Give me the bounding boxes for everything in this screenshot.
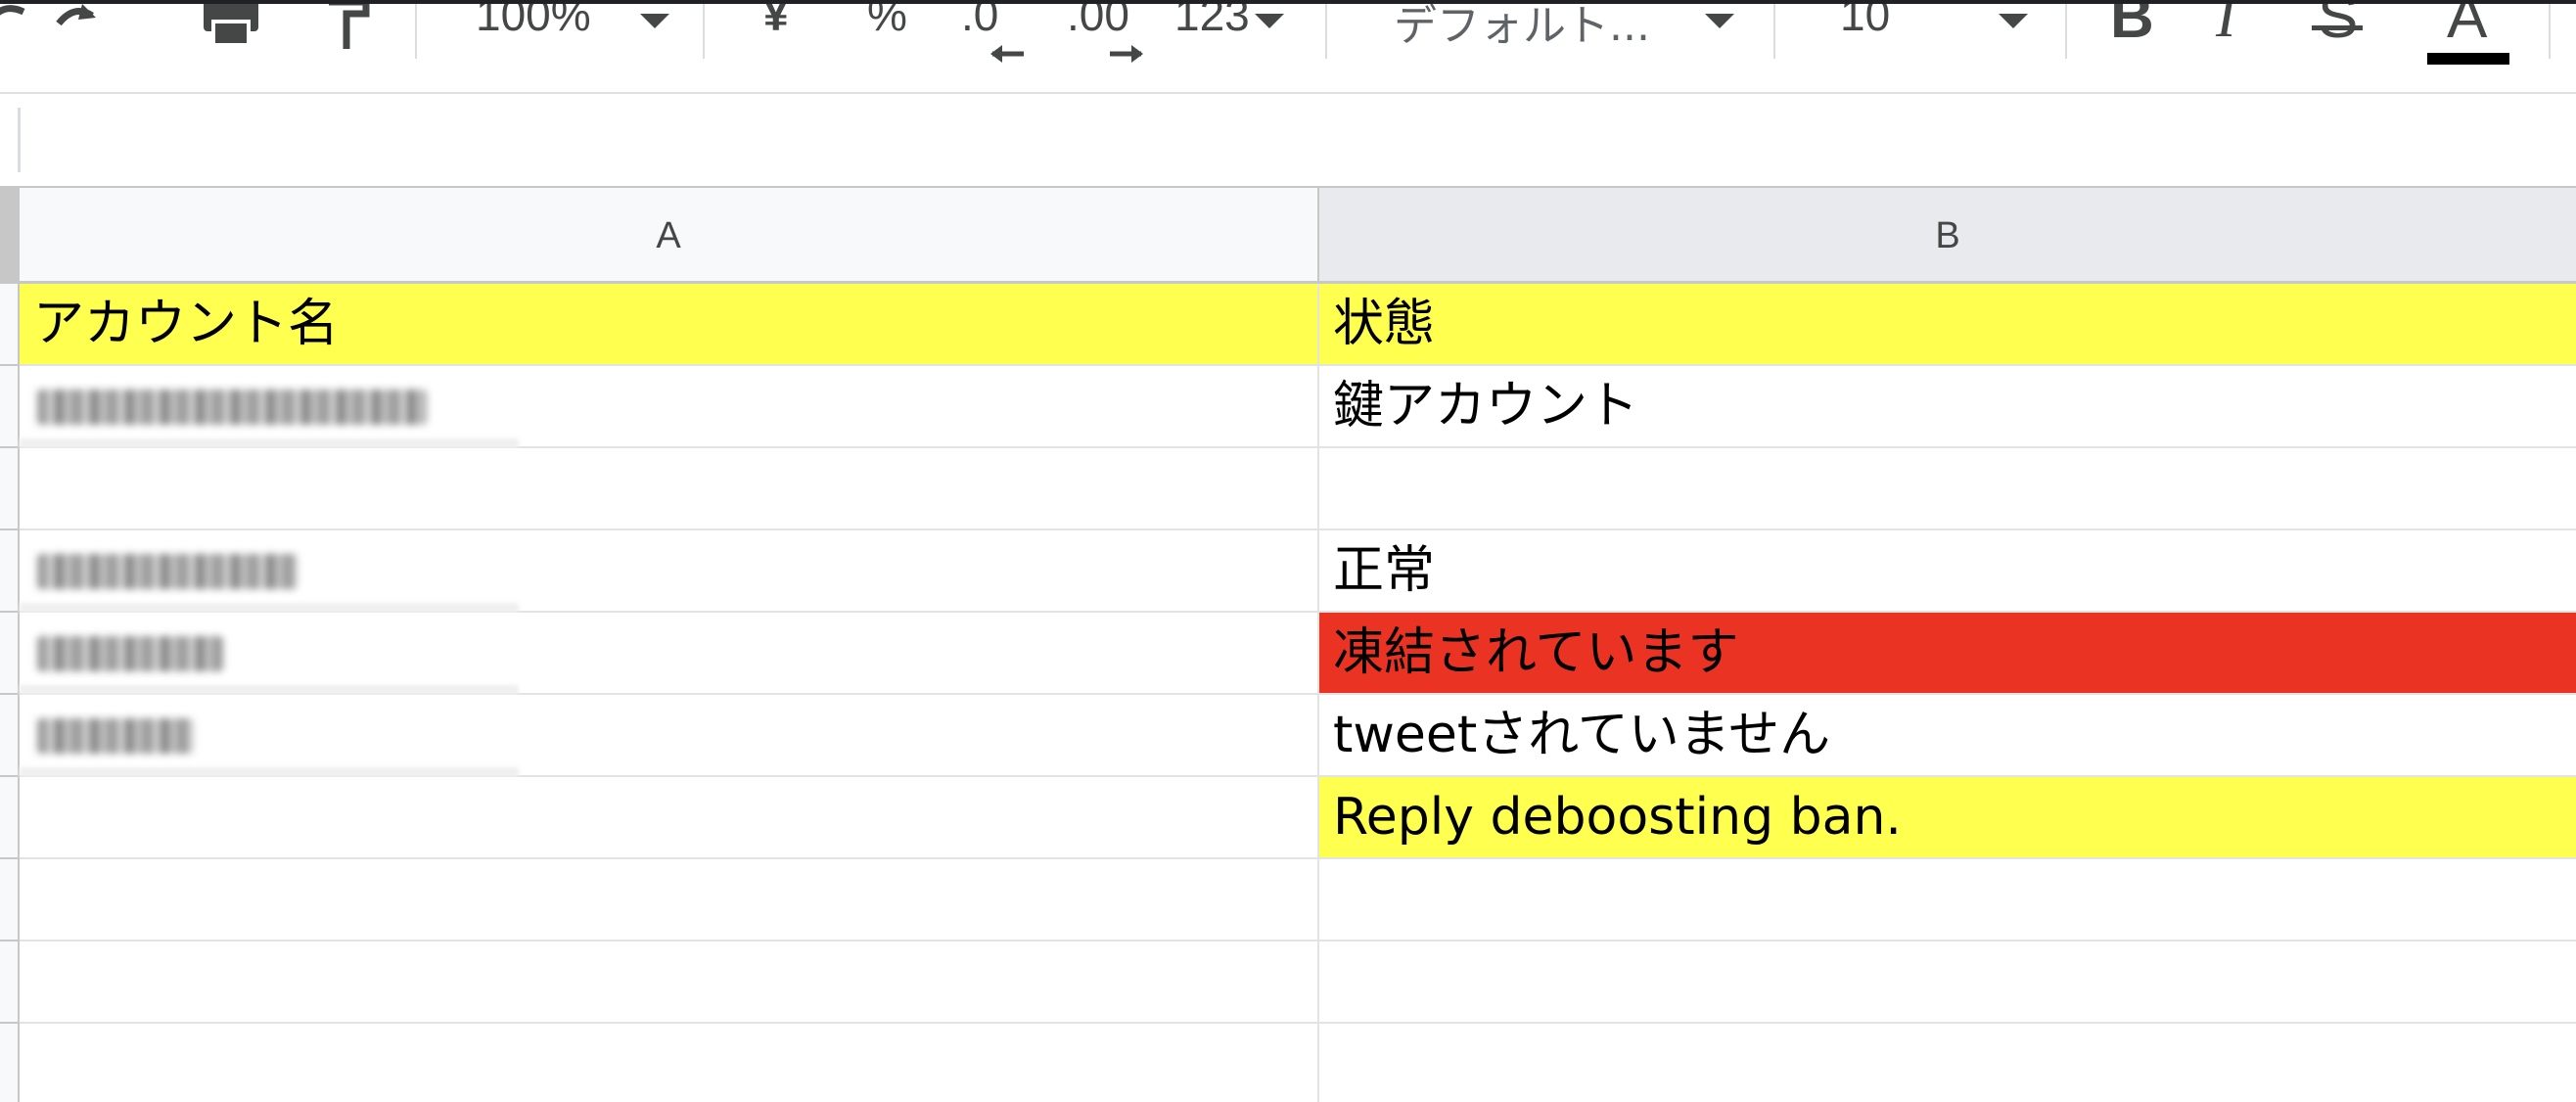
cell-b[interactable]: 正常 (1319, 530, 2576, 613)
row-header-divider (0, 940, 20, 941)
strike-line (2312, 25, 2363, 30)
redacted-account-name (37, 636, 223, 671)
print-icon[interactable] (200, 0, 262, 49)
cell-b[interactable] (1319, 859, 2576, 941)
redaction-artifact (20, 603, 519, 613)
cell-a[interactable] (20, 1024, 1319, 1102)
toolbar-separator (2065, 4, 2067, 59)
font-size-select[interactable]: 10 (1840, 4, 1890, 41)
cell-b[interactable]: Reply deboosting ban. (1319, 777, 2576, 859)
redo-icon[interactable] (53, 0, 102, 37)
toolbar-separator (1325, 4, 1327, 59)
redaction-artifact (20, 767, 519, 777)
cell-a[interactable] (20, 695, 1319, 777)
redacted-account-name (37, 718, 194, 754)
cell-b[interactable]: 状態 (1319, 284, 2576, 366)
formats-chevron-down-icon[interactable] (1255, 14, 1284, 28)
toolbar-separator (703, 4, 705, 59)
arrow-left-icon (990, 45, 1024, 63)
font-size-chevron-down-icon[interactable] (1999, 14, 2028, 28)
paint-format-icon[interactable] (323, 0, 372, 51)
cell-b[interactable] (1319, 1024, 2576, 1102)
increase-decimal-button[interactable]: .00 (1067, 4, 1129, 41)
toolbar-separator (415, 4, 417, 59)
decrease-decimal-button[interactable]: .0 (961, 4, 998, 41)
zoom-chevron-down-icon[interactable] (640, 14, 669, 28)
formula-bar-divider (18, 108, 21, 172)
redaction-artifact (20, 438, 519, 448)
cell-a[interactable] (20, 777, 1319, 859)
bold-button[interactable]: B (2110, 4, 2154, 52)
percent-format-button[interactable]: % (867, 4, 907, 41)
row-header-divider (0, 857, 20, 859)
redacted-account-name (37, 554, 298, 589)
spreadsheet-grid: A B アカウント名 状態 鍵アカウント 正常 凍結されています tweetされていません… (0, 188, 2576, 1102)
undo-icon[interactable] (0, 0, 33, 37)
column-header-b[interactable]: B (1319, 188, 2576, 284)
formula-bar[interactable] (0, 94, 2576, 188)
redacted-account-name (37, 390, 427, 425)
cell-a[interactable]: アカウント名 (20, 284, 1319, 366)
row-header-gutter (0, 188, 20, 1102)
toolbar: 100% ¥ % .0 .00 123 デフォルト... 10 B I S A (0, 0, 2576, 94)
arrow-right-icon (1110, 45, 1143, 63)
font-family-chevron-down-icon[interactable] (1705, 14, 1734, 28)
zoom-select[interactable]: 100% (476, 4, 591, 41)
column-header-a[interactable]: A (20, 188, 1319, 284)
cell-b[interactable]: tweetされていません (1319, 695, 2576, 777)
row-header-divider (0, 1022, 20, 1024)
toolbar-separator (1773, 4, 1775, 59)
cell-b[interactable] (1319, 941, 2576, 1024)
toolbar-separator (2549, 4, 2551, 59)
text-color-swatch (2427, 53, 2509, 65)
cell-a[interactable] (20, 941, 1319, 1024)
strikethrough-button[interactable]: S (2312, 4, 2363, 52)
row-header-divider (0, 775, 20, 777)
row-header-divider (0, 364, 20, 366)
row-header-divider (0, 528, 20, 530)
row-header-divider (0, 611, 20, 613)
currency-format-button[interactable]: ¥ (763, 4, 789, 41)
row-header-divider (0, 446, 20, 448)
cell-a[interactable] (20, 859, 1319, 941)
italic-button[interactable]: I (2216, 4, 2236, 52)
cell-b[interactable]: 鍵アカウント (1319, 366, 2576, 448)
font-family-select[interactable]: デフォルト... (1394, 4, 1650, 53)
cell-b[interactable] (1319, 448, 2576, 530)
more-formats-button[interactable]: 123 (1174, 4, 1250, 41)
text-color-button[interactable]: A (2447, 4, 2487, 52)
cell-b[interactable]: 凍結されています (1319, 613, 2576, 695)
cell-a[interactable] (20, 448, 1319, 530)
select-all-corner[interactable] (0, 188, 20, 284)
redaction-artifact (20, 685, 519, 695)
row-header-divider (0, 693, 20, 695)
